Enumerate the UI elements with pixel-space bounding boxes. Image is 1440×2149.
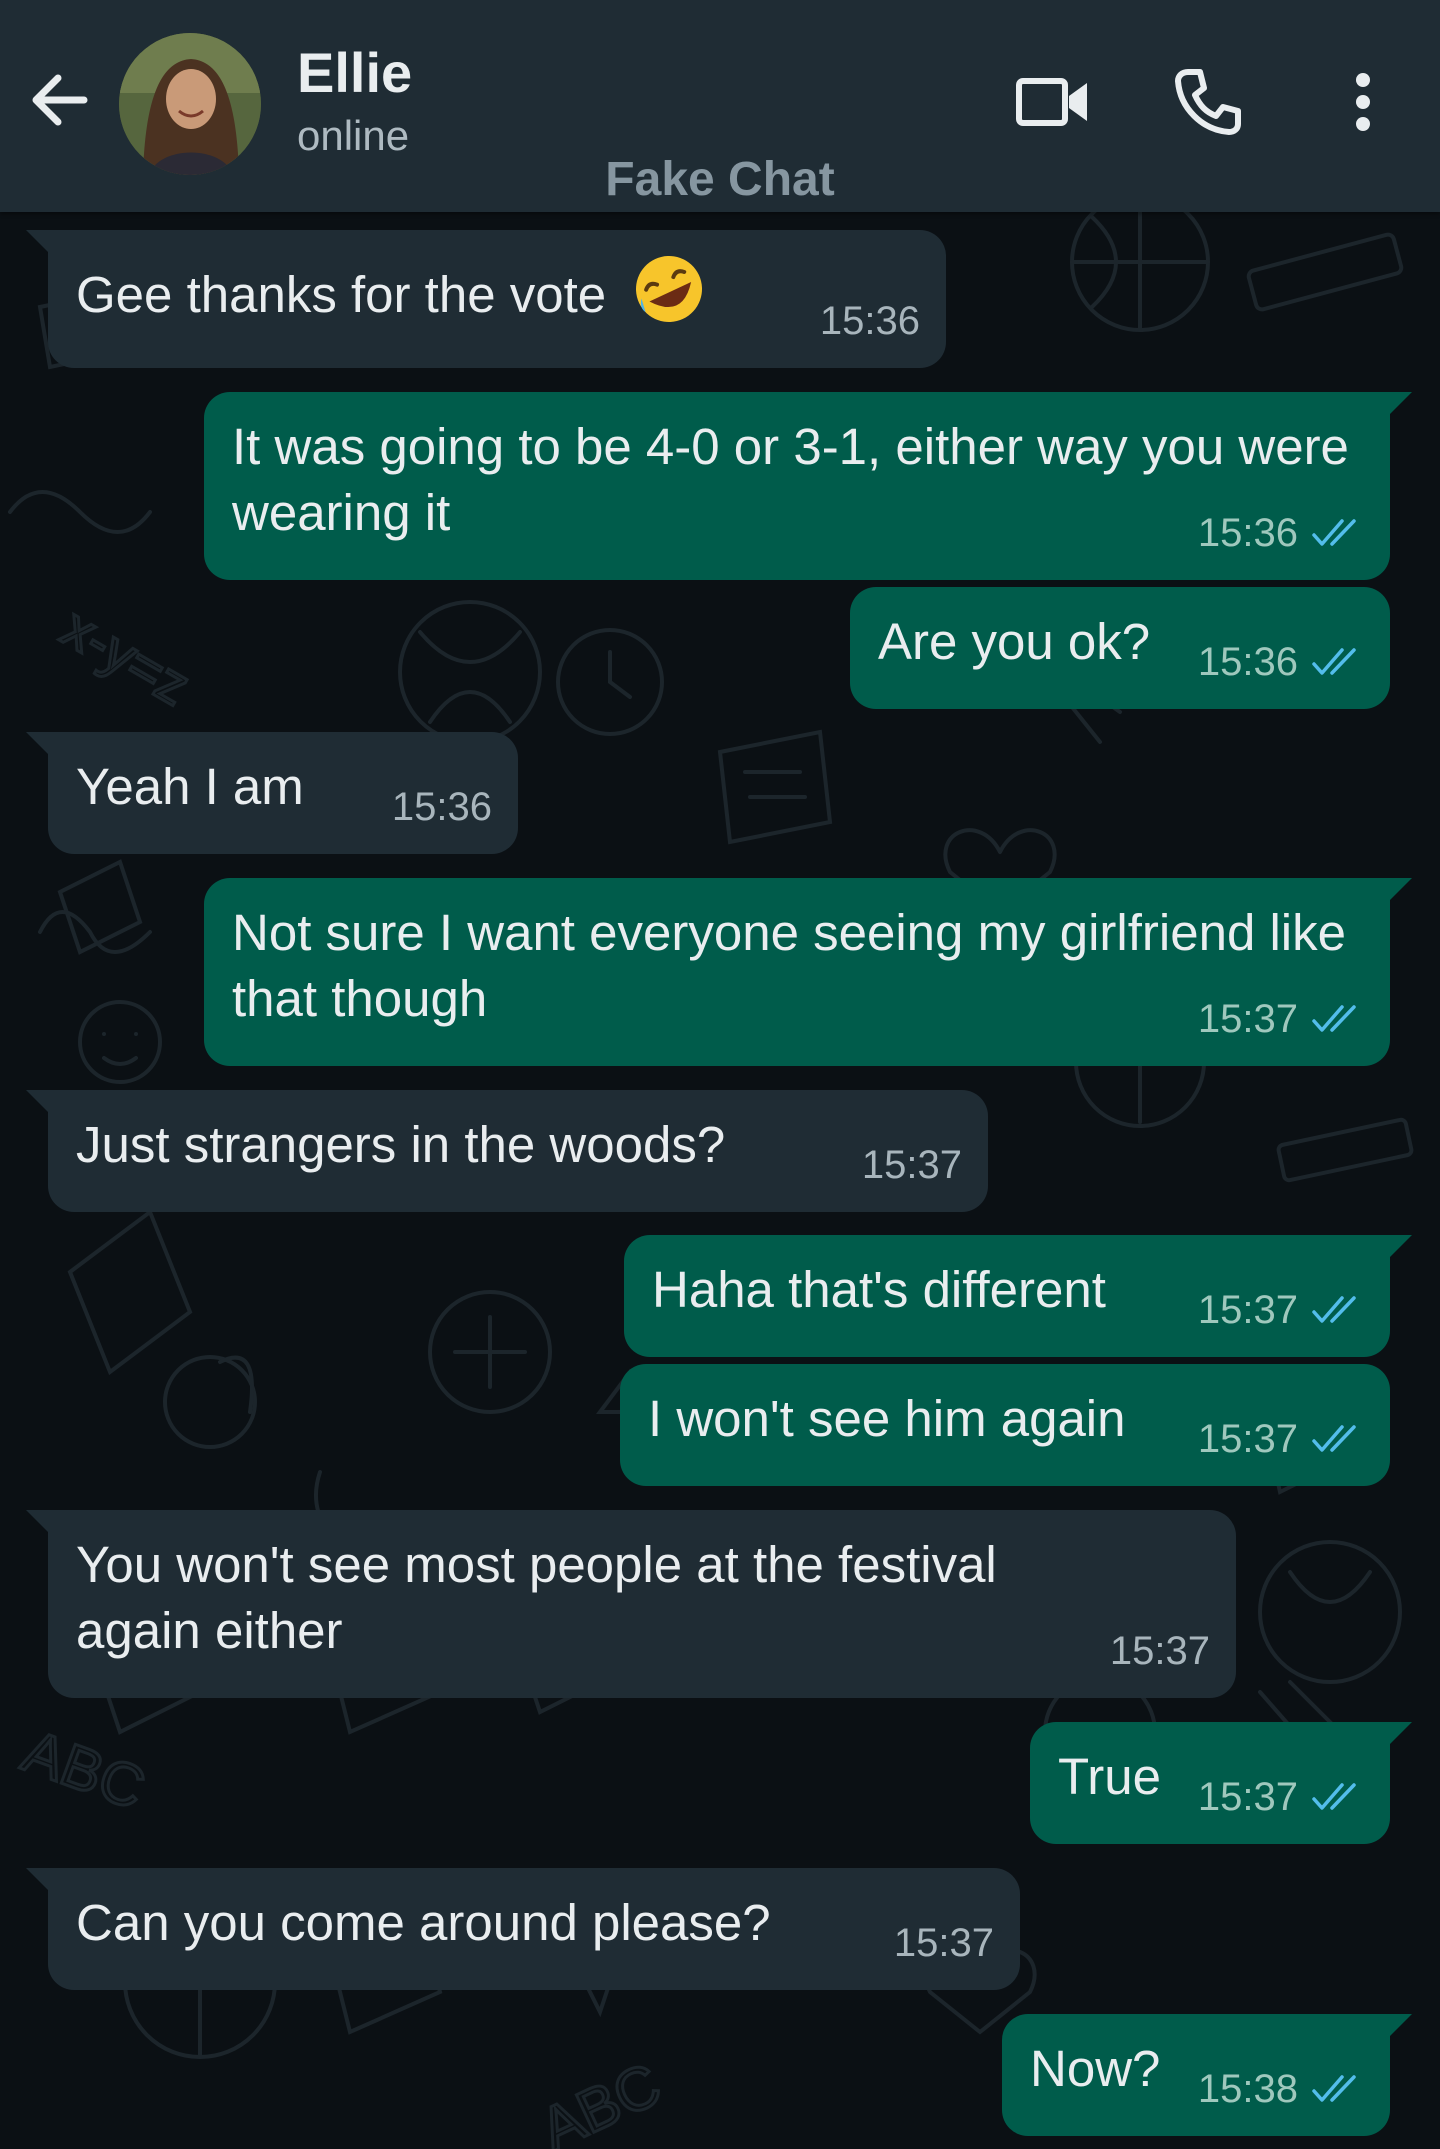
message-meta: 15:36 [820,288,920,354]
message-time: 15:37 [861,1143,962,1187]
message-time: 15:37 [1197,1417,1298,1461]
message-meta: 15:37 [1198,986,1364,1052]
message-meta: 15:37 [1198,1277,1364,1343]
read-receipt-icon [1312,646,1364,678]
svg-text:x-y=z: x-y=z [52,595,201,717]
message-bubble[interactable]: Not sure I want everyone seeing my girlf… [204,878,1412,1066]
message-text: True [1058,1748,1161,1805]
chat-header: Ellie online Fake Chat [0,0,1440,212]
read-receipt-icon [1312,2073,1364,2105]
message-meta: 15:37 [894,1910,994,1976]
message-bubble[interactable]: Haha that's different 15:37 [624,1235,1412,1357]
message-text: Just strangers in the woods? [76,1116,726,1173]
message-bubble[interactable]: Gee thanks for the vote 15:36 [26,230,946,368]
message-meta: 15:36 [392,774,492,840]
message-text: It was going to be 4-0 or 3-1, either wa… [232,418,1349,541]
message-bubble[interactable]: It was going to be 4-0 or 3-1, either wa… [204,392,1412,580]
svg-text:ABC: ABC [15,1717,154,1822]
message-text: Can you come around please? [76,1894,771,1951]
video-call-icon[interactable] [1014,66,1092,138]
message-text: I won't see him again [648,1390,1126,1447]
message-text: You won't see most people at the festiva… [76,1536,997,1659]
message-time: 15:38 [1197,2067,1298,2111]
message-meta: 15:36 [1198,629,1364,695]
read-receipt-icon [1312,1781,1364,1813]
message-text: Are you ok? [878,613,1151,670]
message-bubble[interactable]: Are you ok? 15:36 [850,587,1390,709]
message-bubble[interactable]: I won't see him again 15:37 [620,1364,1390,1486]
message-meta: 15:37 [1198,1406,1364,1472]
message-text: Not sure I want everyone seeing my girlf… [232,904,1347,1027]
watermark-text: Fake Chat [605,153,835,206]
message-text: Gee thanks for the vote [76,266,607,323]
message-bubble[interactable]: Yeah I am 15:36 [26,732,518,854]
message-time: 15:37 [893,1921,994,1965]
message-meta: 15:37 [1198,1764,1364,1830]
read-receipt-icon [1312,1423,1364,1455]
message-bubble[interactable]: Can you come around please? 15:37 [26,1868,1020,1990]
voice-call-icon[interactable] [1172,66,1244,138]
rolling-on-floor-laughing-emoji [636,256,703,322]
message-time: 15:37 [1197,997,1298,1041]
svg-text:ABC: ABC [530,2050,670,2149]
message-time: 15:37 [1197,1775,1298,1819]
message-time: 15:36 [819,299,920,343]
message-meta: 15:38 [1198,2056,1364,2122]
read-receipt-icon [1312,1294,1364,1326]
more-vert-icon[interactable] [1348,66,1378,138]
message-bubble[interactable]: You won't see most people at the festiva… [26,1510,1236,1698]
message-time: 15:36 [391,785,492,829]
message-bubble[interactable]: Just strangers in the woods? 15:37 [26,1090,988,1212]
message-text: Yeah I am [76,758,304,815]
message-meta: 15:37 [862,1132,962,1198]
message-meta: 15:37 [1110,1618,1210,1684]
message-time: 15:36 [1197,511,1298,555]
message-time: 15:37 [1109,1629,1210,1673]
message-time: 15:37 [1197,1288,1298,1332]
contact-name[interactable]: Ellie [297,40,412,105]
read-receipt-icon [1312,517,1364,549]
message-bubble[interactable]: Now? 15:38 [1002,2014,1412,2136]
back-arrow-icon[interactable] [28,64,92,136]
message-bubble[interactable]: True 15:37 [1030,1722,1412,1844]
read-receipt-icon [1312,1003,1364,1035]
message-time: 15:36 [1197,640,1298,684]
message-list[interactable]: ABC ABC ABC x-y=z ♪ Gee thanks for the v… [0,212,1440,2149]
message-text: Haha that's different [652,1261,1106,1318]
message-meta: 15:36 [1198,500,1364,566]
message-text: Now? [1030,2040,1161,2097]
